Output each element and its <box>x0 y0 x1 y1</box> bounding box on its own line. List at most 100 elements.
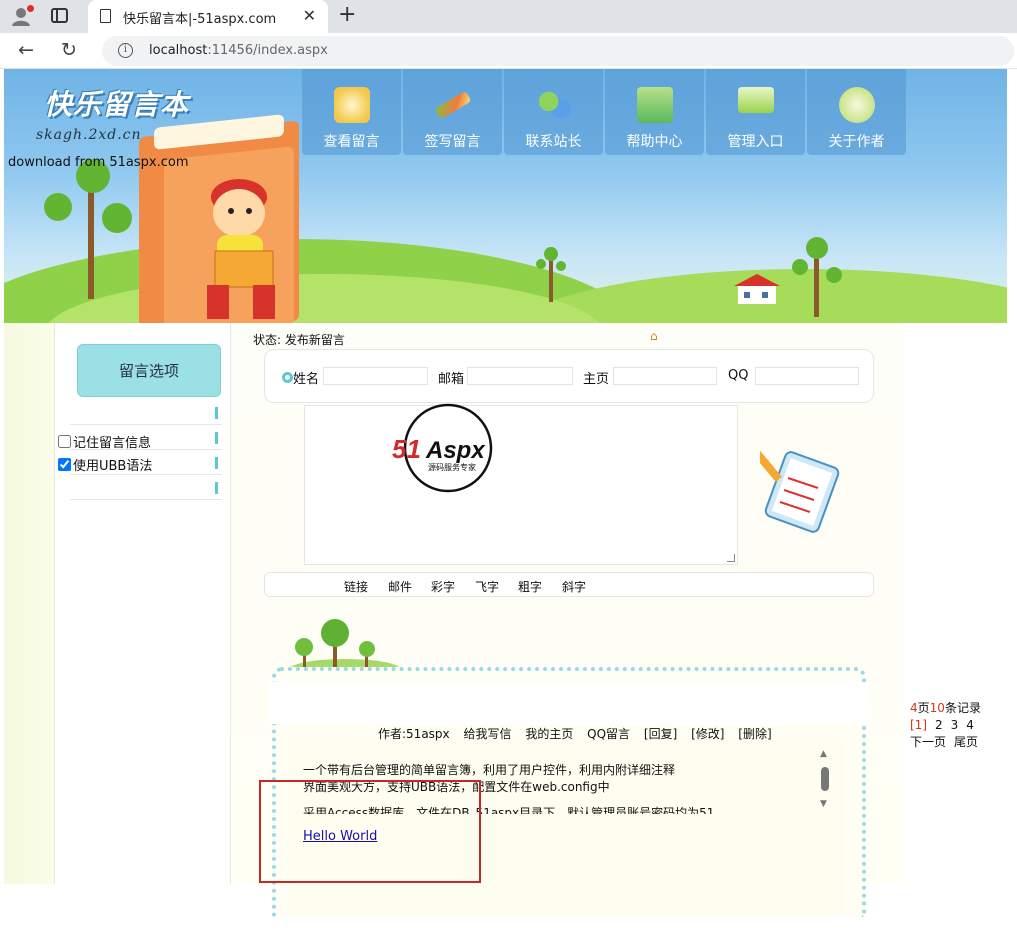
download-note: download from 51aspx.com <box>8 155 189 170</box>
back-arrow-icon[interactable]: ← <box>18 39 34 61</box>
nav-label: 联系站长 <box>525 134 582 150</box>
nav-help-center[interactable]: 帮助中心 <box>605 69 704 155</box>
nav-write-message[interactable]: 签写留言 <box>403 69 502 155</box>
nav-contact-admin[interactable]: 联系站长 <box>504 69 603 155</box>
insert-email-button[interactable]: 邮件 <box>388 578 412 595</box>
insert-link-button[interactable]: 链接 <box>344 578 368 595</box>
browser-tab[interactable]: 快乐留言本|-51aspx.com ✕ <box>88 0 328 33</box>
book-icon <box>334 87 370 123</box>
email-input[interactable] <box>467 367 573 385</box>
message-author: 作者:51aspx <box>378 727 450 741</box>
scroll-up-icon[interactable]: ▲ <box>820 749 827 759</box>
pager-nav: 下一页 尾页 <box>910 734 982 751</box>
fly-text-button[interactable]: 飞字 <box>475 578 499 595</box>
nav-label: 帮助中心 <box>626 134 683 150</box>
site-header: 快乐留言本 skagh.2xd.cn download from 51aspx.… <box>4 69 1007 323</box>
message-content-textarea[interactable] <box>304 405 738 565</box>
row-marker <box>215 432 218 444</box>
scroll-thumb[interactable] <box>821 767 829 791</box>
url-text[interactable]: localhost:11456/index.aspx <box>149 43 328 58</box>
row-marker <box>215 482 218 494</box>
page-link-4[interactable]: 4 <box>966 718 974 732</box>
tree-illustration <box>792 237 842 317</box>
scroll-down-icon[interactable]: ▼ <box>820 799 827 809</box>
trees-decoration <box>290 617 400 679</box>
web-page: 快乐留言本 skagh.2xd.cn download from 51aspx.… <box>0 69 1017 936</box>
notification-dot <box>27 5 34 12</box>
remember-info-option[interactable]: 记住留言信息 <box>58 432 151 451</box>
record-count-suffix: 条记录 <box>944 701 981 715</box>
monitor-icon <box>738 87 774 113</box>
resize-grip-icon[interactable] <box>727 554 735 562</box>
new-tab-icon[interactable]: + <box>338 2 356 27</box>
qq-message-link[interactable]: QQ留言 <box>587 727 630 741</box>
name-radio-icon <box>282 372 293 383</box>
last-page-link[interactable]: 尾页 <box>954 735 978 749</box>
use-ubb-label: 使用UBB语法 <box>73 459 153 474</box>
close-tab-icon[interactable]: ✕ <box>303 6 316 25</box>
poster-info-form: 姓名 邮箱 主页 QQ <box>264 349 874 403</box>
browser-toolbar: ← ↻ i localhost:11456/index.aspx <box>0 33 1017 69</box>
write-to-me-link[interactable]: 给我写信 <box>463 727 511 741</box>
status-text: 状态: 发布新留言 <box>253 333 345 347</box>
sidebar-row <box>70 401 222 425</box>
use-ubb-option[interactable]: 使用UBB语法 <box>58 455 152 474</box>
address-bar[interactable]: i localhost:11456/index.aspx <box>102 36 1014 66</box>
right-margin <box>903 323 1017 936</box>
nav-admin-entry[interactable]: 管理入口 <box>706 69 805 155</box>
page-icon <box>100 9 111 23</box>
reload-icon[interactable]: ↻ <box>61 39 77 61</box>
homepage-input[interactable] <box>613 367 717 385</box>
browser-tab-bar: 快乐留言本|-51aspx.com ✕ + <box>0 0 1017 33</box>
51aspx-logo: 51 Aspx 源码服务专家 <box>388 403 510 493</box>
child-reading-illustration <box>199 173 299 323</box>
nav-label: 管理入口 <box>727 134 784 150</box>
reply-link[interactable]: [回复] <box>644 727 677 741</box>
ubb-toolbar: 链接 邮件 彩字 飞字 粗字 斜字 <box>264 572 874 597</box>
italic-text-button[interactable]: 斜字 <box>562 578 586 595</box>
sidebar-row <box>70 476 222 500</box>
next-page-link[interactable]: 下一页 <box>910 735 946 749</box>
highlight-box <box>259 780 481 883</box>
pager-summary: 4页10条记录 <box>910 700 982 717</box>
message-options-button[interactable]: 留言选项 <box>77 344 221 397</box>
main-nav: 查看留言 签写留言 联系站长 帮助中心 管理入口 关于作者 <box>302 69 908 155</box>
page-link-2[interactable]: 2 <box>935 718 943 732</box>
nav-about-author[interactable]: 关于作者 <box>807 69 906 155</box>
page-current: [1] <box>910 718 927 732</box>
logo-text: 快乐留言本 <box>44 88 190 121</box>
tab-title: 快乐留言本|-51aspx.com <box>123 12 277 27</box>
page-link-3[interactable]: 3 <box>951 718 959 732</box>
pager-pages: [1] 2 3 4 <box>910 717 982 734</box>
my-homepage-link[interactable]: 我的主页 <box>525 727 573 741</box>
help-box-icon <box>637 87 673 123</box>
use-ubb-checkbox[interactable] <box>58 458 71 471</box>
color-text-button[interactable]: 彩字 <box>431 578 455 595</box>
delete-link[interactable]: [删除] <box>738 727 771 741</box>
qq-input[interactable] <box>755 367 859 385</box>
url-path: :11456/index.aspx <box>207 43 328 58</box>
nav-view-messages[interactable]: 查看留言 <box>302 69 401 155</box>
remember-info-label: 记住留言信息 <box>73 436 152 451</box>
home-icon[interactable]: ⌂ <box>650 329 662 343</box>
message-scrollbar[interactable]: ▲ ▼ <box>818 749 832 811</box>
bold-text-button[interactable]: 粗字 <box>518 578 542 595</box>
pencil-icon <box>434 90 472 120</box>
tab-actions-icon[interactable] <box>51 8 68 23</box>
qq-label: QQ <box>728 368 749 383</box>
edit-link[interactable]: [修改] <box>691 727 724 741</box>
users-icon <box>536 87 572 123</box>
nav-label: 关于作者 <box>828 134 885 150</box>
site-info-icon[interactable]: i <box>118 43 133 58</box>
nav-label: 查看留言 <box>323 134 380 150</box>
remember-info-checkbox[interactable] <box>58 435 71 448</box>
row-marker <box>215 457 218 469</box>
name-label: 姓名 <box>293 372 320 387</box>
record-count: 10 <box>929 701 945 715</box>
logo-mark-51: 51 <box>392 434 421 464</box>
profile-icon[interactable] <box>10 5 34 27</box>
site-logo[interactable]: 快乐留言本 skagh.2xd.cn <box>36 83 190 143</box>
row-marker <box>215 407 218 419</box>
message-line: 一个带有后台管理的简单留言簿，利用了用户控件，利用内附详细注释 <box>303 763 676 777</box>
name-input[interactable] <box>323 367 428 385</box>
